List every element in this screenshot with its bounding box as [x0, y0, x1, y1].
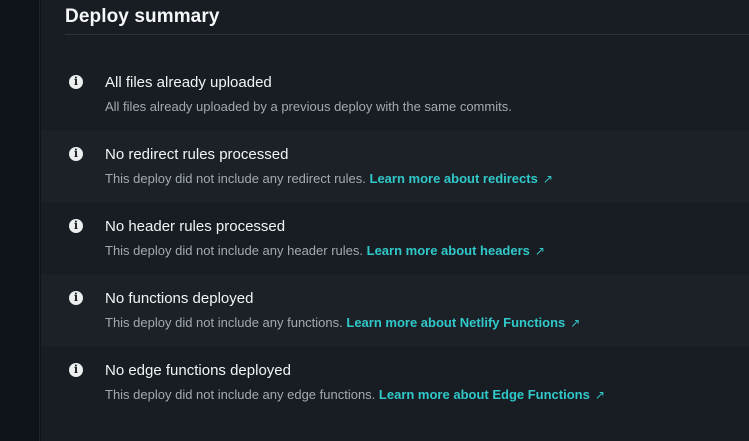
- summary-item-title: No redirect rules processed: [105, 146, 289, 163]
- learn-more-redirects-link[interactable]: Learn more about redirects ↗: [370, 171, 553, 186]
- summary-item-description-text: This deploy did not include any redirect…: [105, 171, 366, 186]
- summary-item-description: This deploy did not include any redirect…: [105, 171, 553, 187]
- summary-item-description: This deploy did not include any header r…: [105, 243, 545, 259]
- info-icon: i: [69, 291, 83, 305]
- deploy-summary-card: Deploy summary i All files already uploa…: [41, 0, 749, 441]
- left-gutter: [0, 0, 40, 441]
- link-label[interactable]: Learn more about Netlify Functions: [346, 315, 565, 330]
- link-label[interactable]: Learn more about Edge Functions: [379, 387, 590, 402]
- summary-item-functions: i No functions deployed This deploy did …: [41, 275, 749, 347]
- card-title: Deploy summary: [65, 6, 220, 27]
- summary-item-description-text: All files already uploaded by a previous…: [105, 99, 512, 114]
- learn-more-netlify-functions-link[interactable]: Learn more about Netlify Functions ↗: [346, 315, 580, 330]
- deploy-page: Deploy summary i All files already uploa…: [0, 0, 749, 441]
- summary-item-headers: i No header rules processed This deploy …: [41, 203, 749, 275]
- summary-item-title: No header rules processed: [105, 218, 286, 235]
- link-label[interactable]: Learn more about redirects: [370, 171, 538, 186]
- summary-item-edge-functions: i No edge functions deployed This deploy…: [41, 347, 749, 419]
- summary-item-title: All files already uploaded: [105, 74, 272, 91]
- summary-item-title: No functions deployed: [105, 290, 254, 307]
- title-divider: [65, 34, 749, 35]
- learn-more-headers-link[interactable]: Learn more about headers ↗: [367, 243, 545, 258]
- summary-item-description-text: This deploy did not include any function…: [105, 315, 343, 330]
- info-icon: i: [69, 363, 83, 377]
- summary-item-description-text: This deploy did not include any header r…: [105, 243, 363, 258]
- summary-item-redirects: i No redirect rules processed This deplo…: [41, 131, 749, 203]
- external-link-icon: ↗: [534, 244, 545, 258]
- summary-item-description: This deploy did not include any function…: [105, 315, 580, 331]
- summary-item-description-text: This deploy did not include any edge fun…: [105, 387, 376, 402]
- info-icon: i: [69, 75, 83, 89]
- external-link-icon: ↗: [570, 316, 581, 330]
- info-icon: i: [69, 219, 83, 233]
- link-label[interactable]: Learn more about headers: [367, 243, 530, 258]
- summary-item-files-uploaded: i All files already uploaded All files a…: [41, 59, 749, 131]
- learn-more-edge-functions-link[interactable]: Learn more about Edge Functions ↗: [379, 387, 605, 402]
- info-icon: i: [69, 147, 83, 161]
- external-link-icon: ↗: [542, 172, 553, 186]
- summary-item-description: This deploy did not include any edge fun…: [105, 387, 605, 403]
- summary-item-title: No edge functions deployed: [105, 362, 291, 379]
- external-link-icon: ↗: [594, 388, 605, 402]
- summary-list: i All files already uploaded All files a…: [41, 59, 749, 419]
- summary-item-description: All files already uploaded by a previous…: [105, 99, 512, 115]
